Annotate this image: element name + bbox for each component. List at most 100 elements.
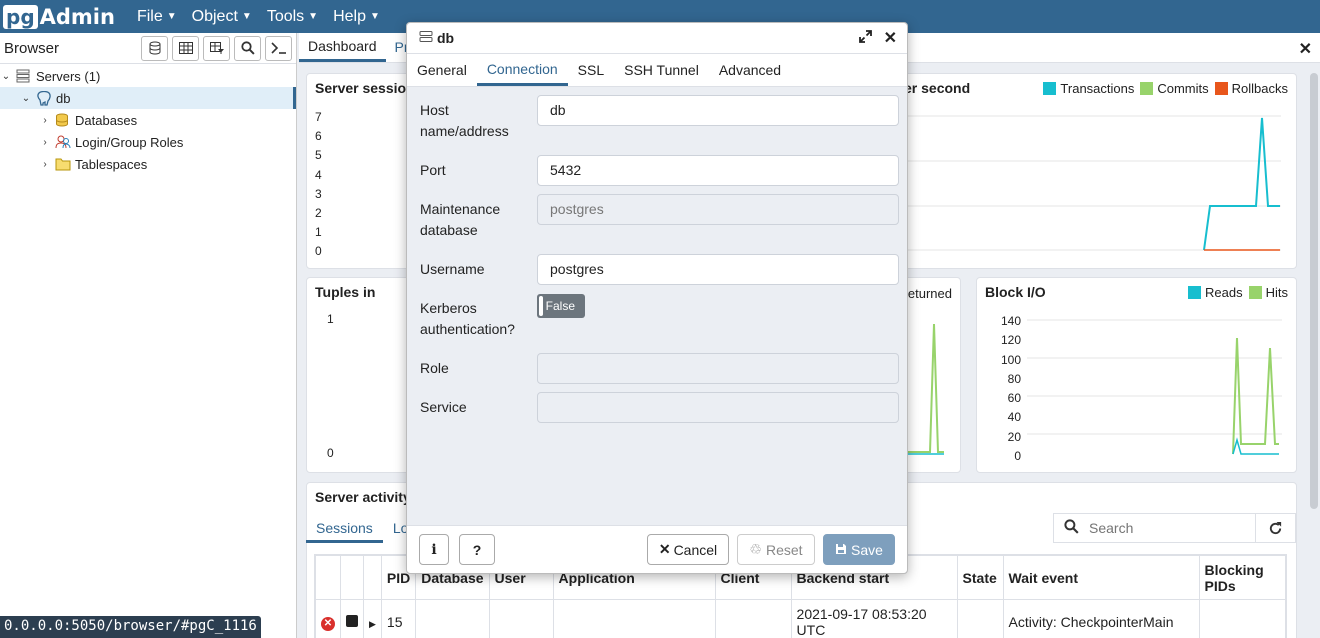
terminal-icon[interactable]	[265, 35, 292, 61]
chevron-right-icon[interactable]: ›	[39, 115, 51, 126]
legend-item: Rollbacks	[1214, 81, 1288, 96]
terminate-session-icon[interactable]: ✕	[321, 617, 335, 631]
legend-swatch	[1248, 286, 1262, 299]
postgres-elephant-icon	[36, 90, 52, 106]
object-tree: ⌄ Servers (1) ⌄ db › Databases › Login/G…	[0, 65, 296, 175]
column-header[interactable]: State	[956, 555, 1004, 600]
floppy-disk-icon	[835, 542, 847, 558]
kerberos-label: Kerberos authentication?	[420, 300, 515, 337]
close-icon: ✕	[658, 541, 671, 557]
tree-item-label: Databases	[75, 112, 138, 128]
y-tick: 6	[315, 129, 322, 144]
filtered-table-icon[interactable]	[203, 35, 230, 61]
host-input[interactable]: db	[537, 95, 899, 126]
column-header[interactable]: Wait event	[1002, 555, 1200, 600]
legend-label: Reads	[1205, 285, 1243, 300]
service-label: Service	[420, 399, 467, 415]
help-button[interactable]: ?	[459, 534, 495, 565]
toggle-knob	[539, 296, 543, 316]
tree-item-login-roles[interactable]: › Login/Group Roles	[0, 131, 296, 153]
reads-series	[1232, 437, 1279, 455]
dashboard-scrollbar[interactable]	[1310, 73, 1318, 509]
cancel-button[interactable]: ✕ Cancel	[647, 534, 729, 565]
tree-item-label: db	[56, 90, 71, 106]
search-icon[interactable]	[234, 35, 261, 61]
roles-icon	[55, 135, 71, 149]
table-icon[interactable]	[172, 35, 199, 61]
tree-item-servers[interactable]: ⌄ Servers (1)	[0, 65, 296, 87]
close-icon[interactable]: ✕	[1299, 39, 1312, 59]
legend-item: Reads	[1188, 285, 1243, 300]
expand-row-icon[interactable]: ▶	[369, 619, 376, 629]
tab-general[interactable]: General	[407, 54, 477, 86]
dialog-footer: i ? ✕ Cancel ♲ Reset Save	[407, 525, 907, 573]
role-input[interactable]	[537, 353, 899, 384]
chevron-down-icon[interactable]: ⌄	[20, 93, 32, 104]
chart-legend: Reads Hits	[1182, 285, 1288, 300]
port-input[interactable]: 5432	[537, 155, 899, 186]
dialog-tabs: General Connection SSL SSH Tunnel Advanc…	[407, 54, 907, 87]
reset-button[interactable]: ♲ Reset	[737, 534, 815, 565]
y-tick: 0	[1014, 449, 1021, 464]
tab-dashboard[interactable]: Dashboard	[299, 32, 386, 62]
tab-ssl[interactable]: SSL	[568, 54, 614, 86]
tab-connection[interactable]: Connection	[476, 54, 568, 86]
y-tick: 1	[315, 225, 322, 240]
tree-item-tablespaces[interactable]: › Tablespaces	[0, 153, 296, 175]
search-input[interactable]	[1089, 520, 1239, 536]
y-axis-ticks: 7 6 5 4 3 2 1 0	[315, 108, 322, 262]
search-icon	[1064, 519, 1079, 537]
menu-help[interactable]: Help ▼	[333, 8, 380, 26]
logo-admin: Admin	[39, 4, 115, 29]
kerberos-toggle[interactable]: False	[537, 294, 585, 318]
servers-icon	[16, 69, 32, 83]
logo-pg: pg	[3, 4, 38, 29]
legend-label: Rollbacks	[1231, 81, 1288, 96]
y-axis-ticks: 140 120 100 80 60 40 20 0	[997, 312, 1021, 466]
dialog-header: db ✕	[407, 23, 907, 54]
transactions-chart	[906, 115, 1281, 251]
refresh-icon[interactable]	[1255, 514, 1295, 542]
browser-title: Browser	[4, 39, 60, 57]
pgadmin-window: pg Admin File ▼ Object ▼ Tools ▼ Help ▼ Brow…	[0, 0, 1320, 638]
info-button[interactable]: i	[419, 534, 449, 565]
tree-item-label: Tablespaces	[75, 156, 148, 172]
menu-object[interactable]: Object ▼	[192, 8, 252, 26]
y-tick: 5	[315, 148, 322, 163]
client-cell	[714, 599, 792, 638]
chart-legend: Transactions Commits Rollbacks	[1037, 81, 1288, 96]
tab-sessions[interactable]: Sessions	[306, 513, 383, 543]
service-input[interactable]	[537, 392, 899, 423]
menu-file[interactable]: File ▼	[137, 8, 177, 26]
database-icon[interactable]	[141, 35, 168, 61]
close-icon[interactable]: ✕	[884, 28, 897, 48]
tab-ssh-tunnel[interactable]: SSH Tunnel	[614, 54, 709, 86]
column-header[interactable]: Blocking PIDs	[1198, 555, 1287, 600]
tab-advanced[interactable]: Advanced	[709, 54, 791, 86]
user-cell	[488, 599, 554, 638]
chevron-down-icon[interactable]: ⌄	[0, 71, 12, 82]
menu-tools[interactable]: Tools ▼	[267, 8, 318, 26]
tree-item-databases[interactable]: › Databases	[0, 109, 296, 131]
expand-cell: ▶	[363, 599, 382, 638]
username-input[interactable]: postgres	[537, 254, 899, 285]
tree-item-db[interactable]: ⌄ db	[0, 87, 296, 109]
blocking-pids-cell	[1198, 599, 1287, 638]
legend-swatch	[1188, 286, 1202, 299]
y-tick: 3	[315, 186, 322, 201]
application-cell	[552, 599, 716, 638]
stop-query-icon[interactable]	[346, 615, 358, 627]
tree-item-label: Login/Group Roles	[75, 134, 184, 150]
legend-label: eturned	[907, 286, 952, 301]
menu-help-label: Help	[333, 7, 366, 25]
chevron-right-icon[interactable]: ›	[39, 159, 51, 170]
legend-swatch	[1140, 82, 1154, 95]
y-tick: 80	[1007, 371, 1021, 386]
legend-swatch	[1043, 82, 1057, 95]
server-icon	[419, 30, 433, 47]
server-properties-dialog: db ✕ General Connection SSL SSH Tunnel A…	[406, 22, 908, 574]
tree-item-label: Servers (1)	[36, 68, 101, 84]
chevron-right-icon[interactable]: ›	[39, 137, 51, 148]
maximize-icon[interactable]	[858, 30, 872, 46]
save-button[interactable]: Save	[823, 534, 895, 565]
